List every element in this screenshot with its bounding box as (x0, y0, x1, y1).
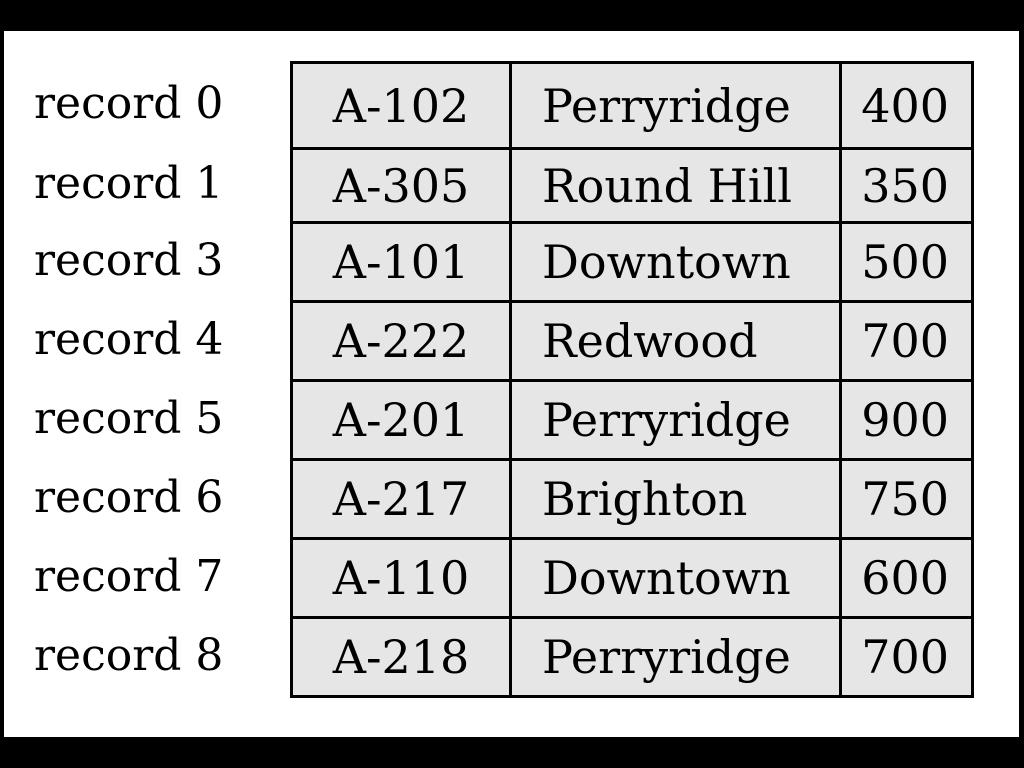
balance-cell: 400 (839, 61, 974, 150)
account-cell: A-217 (290, 458, 512, 540)
account-cell: A-101 (290, 221, 512, 303)
balance-cell: 500 (839, 221, 974, 303)
account-cell: A-201 (290, 379, 512, 461)
balance-cell: 700 (839, 300, 974, 382)
record-label: record 0 (34, 78, 224, 129)
table-row: A-222 Redwood 700 (290, 300, 974, 382)
record-label: record 5 (34, 392, 224, 444)
records-table: A-102 Perryridge 400 A-305 Round Hill 350 A-10… (290, 61, 974, 698)
account-cell: A-222 (290, 300, 512, 382)
branch-cell: Perryridge (509, 616, 842, 698)
balance-cell: 750 (839, 458, 974, 540)
branch-cell: Redwood (509, 300, 842, 382)
branch-cell: Brighton (509, 458, 842, 540)
branch-cell: Downtown (509, 221, 842, 303)
slide: record 0 record 1 record 3 record 4 record 5… (4, 31, 1019, 737)
record-label: record 1 (34, 158, 224, 209)
table-row: A-217 Brighton 750 (290, 458, 974, 540)
branch-cell: Perryridge (509, 61, 842, 150)
account-cell: A-218 (290, 616, 512, 698)
table-row: A-110 Downtown 600 (290, 537, 974, 619)
table-row: A-305 Round Hill 350 (290, 147, 974, 224)
record-label: record 4 (34, 313, 224, 365)
account-cell: A-102 (290, 61, 512, 150)
table-row: A-218 Perryridge 700 (290, 616, 974, 698)
record-label: record 7 (34, 550, 224, 602)
record-label: record 8 (34, 629, 224, 681)
balance-cell: 600 (839, 537, 974, 619)
balance-cell: 350 (839, 147, 974, 224)
account-cell: A-305 (290, 147, 512, 224)
branch-cell: Round Hill (509, 147, 842, 224)
branch-cell: Perryridge (509, 379, 842, 461)
branch-cell: Downtown (509, 537, 842, 619)
balance-cell: 700 (839, 616, 974, 698)
record-label: record 6 (34, 471, 224, 523)
table-row: A-201 Perryridge 900 (290, 379, 974, 461)
account-cell: A-110 (290, 537, 512, 619)
table-row: A-101 Downtown 500 (290, 221, 974, 303)
record-label: record 3 (34, 234, 224, 286)
balance-cell: 900 (839, 379, 974, 461)
table-row: A-102 Perryridge 400 (290, 61, 974, 150)
